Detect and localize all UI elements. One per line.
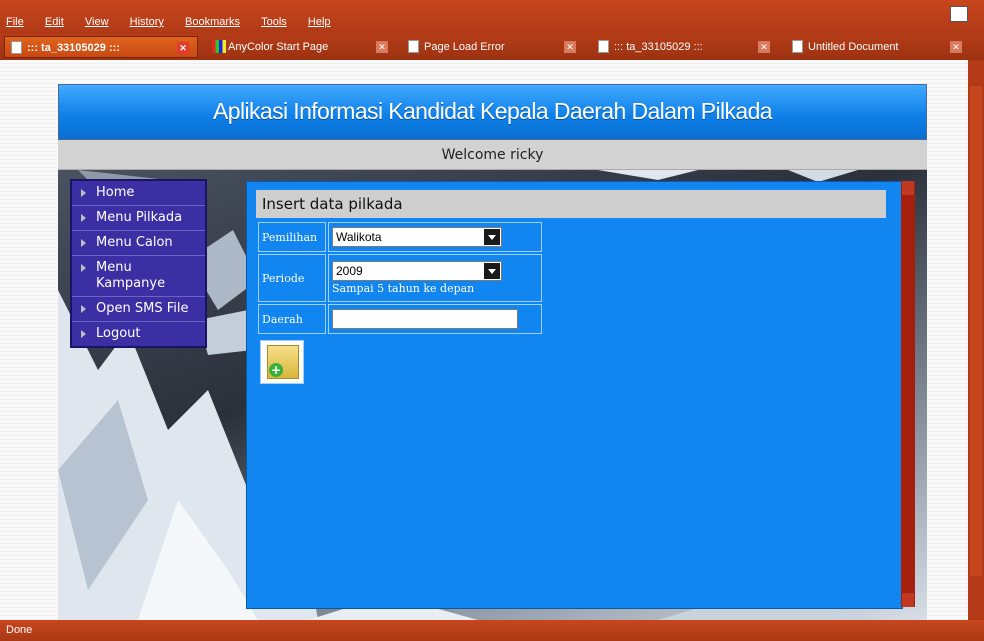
periode-select[interactable]: 2009: [332, 261, 502, 281]
nav-item-home[interactable]: Home: [72, 181, 205, 206]
status-bar: Done: [0, 620, 984, 641]
tab-label: Page Load Error: [424, 41, 505, 53]
page-viewport: Aplikasi Informasi Kandidat Kepala Daera…: [0, 60, 984, 620]
arrow-right-icon: [81, 305, 86, 313]
nav-item-logout[interactable]: Logout: [72, 322, 205, 346]
tab-label: ::: ta_33105029 :::: [27, 42, 120, 54]
tab-label: ::: ta_33105029 :::: [614, 41, 703, 53]
menu-history[interactable]: History: [130, 16, 164, 28]
nav-label: Open SMS File: [96, 301, 189, 316]
periode-label: Periode: [258, 254, 326, 302]
tab-untitled[interactable]: Untitled Document ✕: [786, 36, 970, 58]
arrow-right-icon: [81, 239, 86, 247]
menu-file[interactable]: File: [6, 16, 24, 28]
nav-item-menu-pilkada[interactable]: Menu Pilkada: [72, 206, 205, 231]
daerah-label: Daerah: [258, 304, 326, 334]
insert-form: Pemilihan Walikota Periode 2009 Sampai 5…: [256, 220, 544, 336]
window-scrollbar[interactable]: [968, 60, 984, 620]
pemilihan-label: Pemilihan: [258, 222, 326, 252]
pemilihan-select[interactable]: Walikota: [332, 227, 502, 247]
menu-help[interactable]: Help: [308, 16, 331, 28]
tab-page-load-error[interactable]: Page Load Error ✕: [402, 36, 584, 58]
tab-label: Untitled Document: [808, 41, 899, 53]
site-banner: Aplikasi Informasi Kandidat Kepala Daera…: [58, 84, 927, 140]
browser-menubar: File Edit View History Bookmarks Tools H…: [0, 0, 984, 34]
dropdown-arrow-icon[interactable]: [484, 263, 500, 279]
menu-view[interactable]: View: [85, 16, 109, 28]
nav-label: Home: [96, 185, 135, 200]
nav-item-menu-calon[interactable]: Menu Calon: [72, 231, 205, 256]
window-scrollbar-thumb[interactable]: [970, 86, 982, 576]
close-tab-icon[interactable]: ✕: [177, 42, 189, 54]
nav-item-menu-kampanye[interactable]: Menu Kampanye: [72, 256, 205, 297]
daerah-cell: [328, 304, 542, 334]
arrow-right-icon: [81, 214, 86, 222]
add-data-button[interactable]: +: [260, 340, 304, 384]
background-image: Home Menu Pilkada Menu Calon Menu Kampan…: [58, 170, 927, 620]
document-icon: [598, 40, 609, 53]
periode-cell: 2009 Sampai 5 tahun ke depan: [328, 254, 542, 302]
document-icon: [792, 40, 803, 53]
scroll-down-arrow[interactable]: [902, 593, 914, 607]
close-tab-icon[interactable]: ✕: [950, 41, 962, 53]
add-plus-icon: +: [269, 363, 283, 377]
nav-label: Menu Kampanye: [96, 260, 166, 291]
arrow-right-icon: [81, 264, 86, 272]
site-title: Aplikasi Informasi Kandidat Kepala Daera…: [213, 98, 773, 124]
tab-label: AnyColor Start Page: [228, 41, 329, 53]
nav-label: Menu Calon: [96, 235, 173, 250]
periode-value: 2009: [336, 264, 363, 278]
pemilihan-cell: Walikota: [328, 222, 542, 252]
document-icon: [11, 41, 22, 54]
close-tab-icon[interactable]: ✕: [758, 41, 770, 53]
crystal-shape: [598, 170, 698, 180]
periode-hint: Sampai 5 tahun ke depan: [332, 282, 475, 295]
scroll-up-arrow[interactable]: [902, 181, 914, 195]
tab-anycolor[interactable]: AnyColor Start Page ✕: [206, 36, 396, 58]
pemilihan-value: Walikota: [336, 230, 382, 244]
daerah-input[interactable]: [332, 309, 518, 329]
side-menu: Home Menu Pilkada Menu Calon Menu Kampan…: [70, 179, 207, 348]
tab-ta-main[interactable]: ::: ta_33105029 ::: ✕: [4, 36, 198, 58]
nav-label: Logout: [96, 326, 141, 341]
menu-bookmarks[interactable]: Bookmarks: [185, 16, 240, 28]
panel-scrollbar[interactable]: [901, 181, 915, 607]
tab-ta-second[interactable]: ::: ta_33105029 ::: ✕: [592, 36, 778, 58]
anycolor-icon: [212, 40, 226, 53]
arrow-right-icon: [81, 330, 86, 338]
menu-edit[interactable]: Edit: [45, 16, 64, 28]
dropdown-arrow-icon[interactable]: [484, 229, 500, 245]
menu-tools[interactable]: Tools: [261, 16, 287, 28]
content-panel: Insert data pilkada Pemilihan Walikota P…: [246, 181, 903, 609]
status-text: Done: [6, 624, 33, 636]
nav-label: Menu Pilkada: [96, 210, 183, 225]
close-tab-icon[interactable]: ✕: [564, 41, 576, 53]
close-tab-icon[interactable]: ✕: [376, 41, 388, 53]
arrow-right-icon: [81, 189, 86, 197]
site-container: Aplikasi Informasi Kandidat Kepala Daera…: [58, 84, 927, 620]
nav-item-open-sms-file[interactable]: Open SMS File: [72, 297, 205, 322]
form-title: Insert data pilkada: [256, 190, 886, 218]
document-icon: [408, 40, 419, 53]
sidebar-toggle-icon[interactable]: [950, 6, 968, 22]
tab-bar: ::: ta_33105029 ::: ✕ AnyColor Start Pag…: [0, 34, 984, 60]
menu-list: File Edit View History Bookmarks Tools H…: [6, 10, 347, 28]
welcome-bar: Welcome ricky: [58, 140, 927, 170]
